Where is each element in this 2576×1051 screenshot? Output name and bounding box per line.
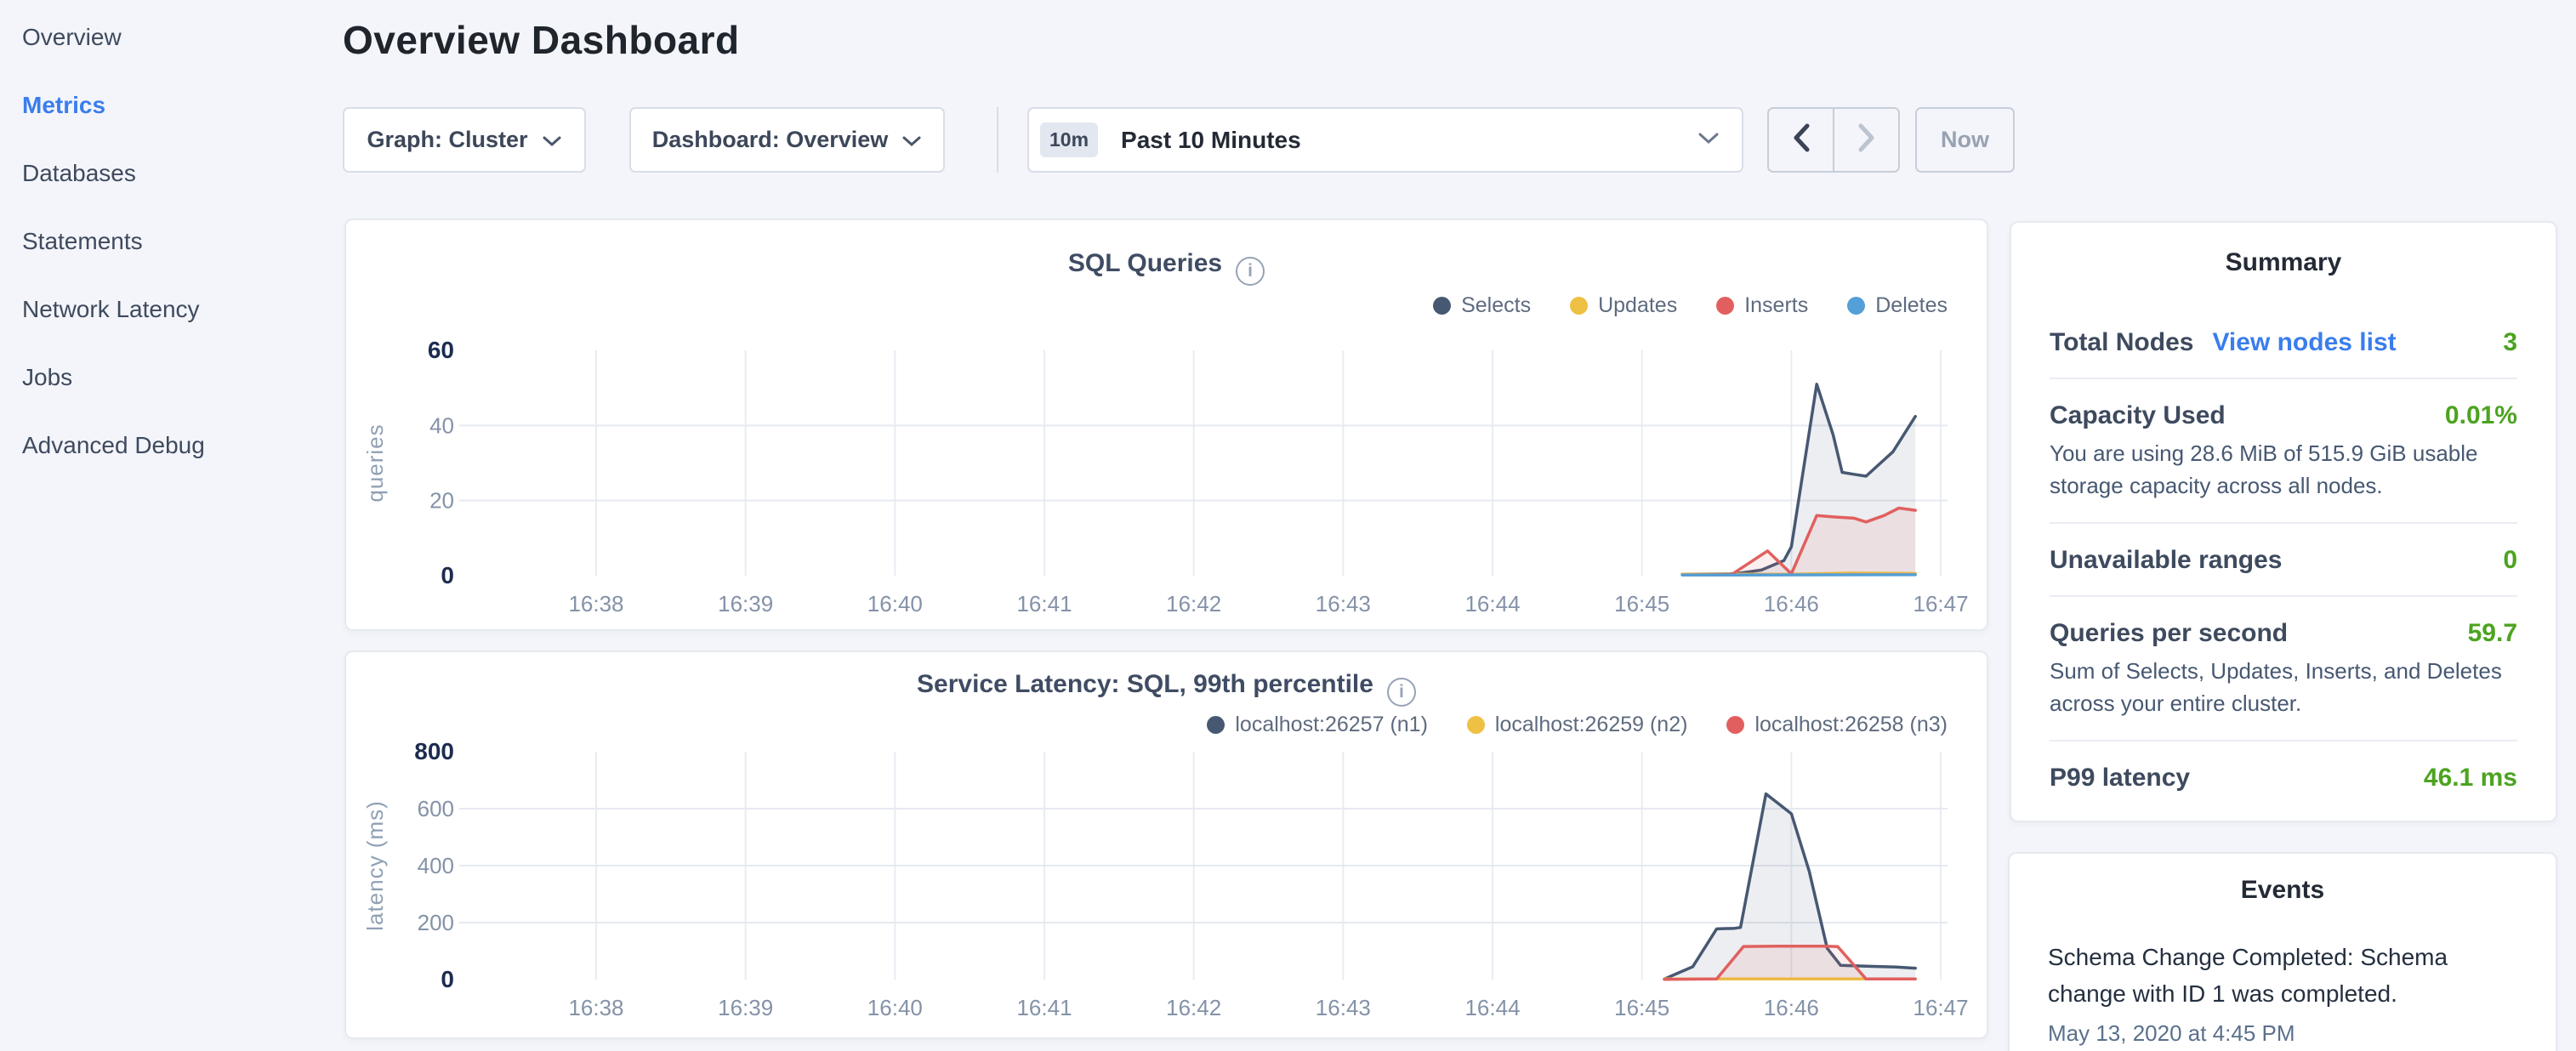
time-range-badge: 10m xyxy=(1040,122,1098,157)
qps-label: Queries per second xyxy=(2050,619,2288,648)
chevron-right-icon xyxy=(1856,122,1878,157)
total-nodes-label: Total Nodes xyxy=(2050,328,2193,357)
legend-label: localhost:26258 (n3) xyxy=(1754,713,1948,737)
legend-item: localhost:26257 (n1) xyxy=(1207,713,1428,737)
now-button[interactable]: Now xyxy=(1915,107,2015,173)
dashboard-label: Dashboard: Overview xyxy=(652,127,889,153)
legend-item: Inserts xyxy=(1716,293,1808,318)
legend-label: Updates xyxy=(1598,293,1677,318)
graph-scope-label: Graph: Cluster xyxy=(367,127,527,153)
toolbar-divider xyxy=(997,107,998,173)
sidebar-item-metrics[interactable]: Metrics xyxy=(0,75,340,143)
sidebar-item-jobs[interactable]: Jobs xyxy=(0,347,340,415)
sql-queries-chart-title: SQL Queries i xyxy=(344,249,1988,286)
qps-value: 59.7 xyxy=(2468,619,2517,648)
legend-dot-icon xyxy=(1433,297,1451,315)
time-range-label: Past 10 Minutes xyxy=(1121,127,1301,154)
summary-title: Summary xyxy=(2050,248,2517,277)
unavailable-ranges-label: Unavailable ranges xyxy=(2050,546,2282,575)
legend-dot-icon xyxy=(1726,716,1744,734)
chevron-down-icon xyxy=(542,127,562,153)
time-range-selector[interactable]: 10m Past 10 Minutes xyxy=(1027,107,1743,173)
chevron-down-icon xyxy=(901,127,922,153)
summary-panel: Summary Total Nodes View nodes list 3 Ca… xyxy=(2010,221,2557,822)
total-nodes-value: 3 xyxy=(2503,328,2517,357)
summary-row-qps: Queries per second 59.7 Sum of Selects, … xyxy=(2050,595,2517,740)
summary-row-capacity: Capacity Used 0.01% You are using 28.6 M… xyxy=(2050,378,2517,522)
legend-item: localhost:26259 (n2) xyxy=(1467,713,1688,737)
legend-item: Updates xyxy=(1570,293,1677,318)
previous-time-button[interactable] xyxy=(1769,109,1833,171)
legend-item: localhost:26258 (n3) xyxy=(1726,713,1948,737)
capacity-used-value: 0.01% xyxy=(2445,401,2517,430)
events-panel: Events Schema Change Completed: Schema c… xyxy=(2008,852,2557,1051)
legend-item: Deletes xyxy=(1847,293,1948,318)
metrics-page: Overview Metrics Databases Statements Ne… xyxy=(0,0,2576,1051)
legend-label: localhost:26257 (n1) xyxy=(1235,713,1428,737)
dashboard-dropdown[interactable]: Dashboard: Overview xyxy=(629,107,945,173)
event-list-item[interactable]: Schema Change Completed: Schema change w… xyxy=(2048,939,2517,1047)
summary-row-unavailable-ranges: Unavailable ranges 0 xyxy=(2050,522,2517,595)
p99-latency-label: P99 latency xyxy=(2050,764,2190,793)
chart-title-text: Service Latency: SQL, 99th percentile xyxy=(917,670,1373,698)
chevron-down-icon xyxy=(1697,132,1720,149)
legend-dot-icon xyxy=(1716,297,1734,315)
legend-label: localhost:26259 (n2) xyxy=(1495,713,1688,737)
legend-label: Selects xyxy=(1461,293,1531,318)
legend-label: Deletes xyxy=(1875,293,1948,318)
legend-dot-icon xyxy=(1570,297,1588,315)
event-text: Schema Change Completed: Schema change w… xyxy=(2048,939,2517,1012)
chevron-left-icon xyxy=(1790,122,1812,157)
events-title: Events xyxy=(2048,876,2517,905)
service-latency-legend: localhost:26257 (n1) localhost:26259 (n2)… xyxy=(1207,713,1948,737)
graph-scope-dropdown[interactable]: Graph: Cluster xyxy=(343,107,586,173)
sidebar-item-advanced-debug[interactable]: Advanced Debug xyxy=(0,415,340,483)
page-title: Overview Dashboard xyxy=(343,17,740,63)
sidebar-item-statements[interactable]: Statements xyxy=(0,211,340,279)
sidebar-item-overview[interactable]: Overview xyxy=(0,7,340,75)
time-step-buttons xyxy=(1767,107,1900,173)
event-timestamp: May 13, 2020 at 4:45 PM xyxy=(2048,1020,2517,1047)
capacity-used-label: Capacity Used xyxy=(2050,401,2226,430)
info-icon[interactable]: i xyxy=(1387,678,1416,707)
service-latency-chart-title: Service Latency: SQL, 99th percentile i xyxy=(344,670,1988,707)
info-icon[interactable]: i xyxy=(1236,257,1265,286)
capacity-used-description: You are using 28.6 MiB of 515.9 GiB usab… xyxy=(2050,437,2517,502)
sidebar-item-databases[interactable]: Databases xyxy=(0,143,340,211)
legend-dot-icon xyxy=(1467,716,1485,734)
legend-dot-icon xyxy=(1207,716,1225,734)
summary-row-total-nodes: Total Nodes View nodes list 3 xyxy=(2050,306,2517,378)
chart-title-text: SQL Queries xyxy=(1068,249,1222,277)
unavailable-ranges-value: 0 xyxy=(2503,546,2517,575)
legend-dot-icon xyxy=(1847,297,1865,315)
service-latency-chart-card xyxy=(344,650,1988,1039)
qps-description: Sum of Selects, Updates, Inserts, and De… xyxy=(2050,655,2517,719)
p99-latency-value: 46.1 ms xyxy=(2424,764,2517,793)
sidebar: Overview Metrics Databases Statements Ne… xyxy=(0,0,340,1051)
view-nodes-list-link[interactable]: View nodes list xyxy=(2212,328,2396,357)
legend-label: Inserts xyxy=(1744,293,1808,318)
sidebar-item-network-latency[interactable]: Network Latency xyxy=(0,279,340,347)
sql-queries-legend: Selects Updates Inserts Deletes xyxy=(1433,293,1948,318)
next-time-button[interactable] xyxy=(1833,109,1898,171)
summary-row-p99: P99 latency 46.1 ms xyxy=(2050,740,2517,813)
legend-item: Selects xyxy=(1433,293,1531,318)
